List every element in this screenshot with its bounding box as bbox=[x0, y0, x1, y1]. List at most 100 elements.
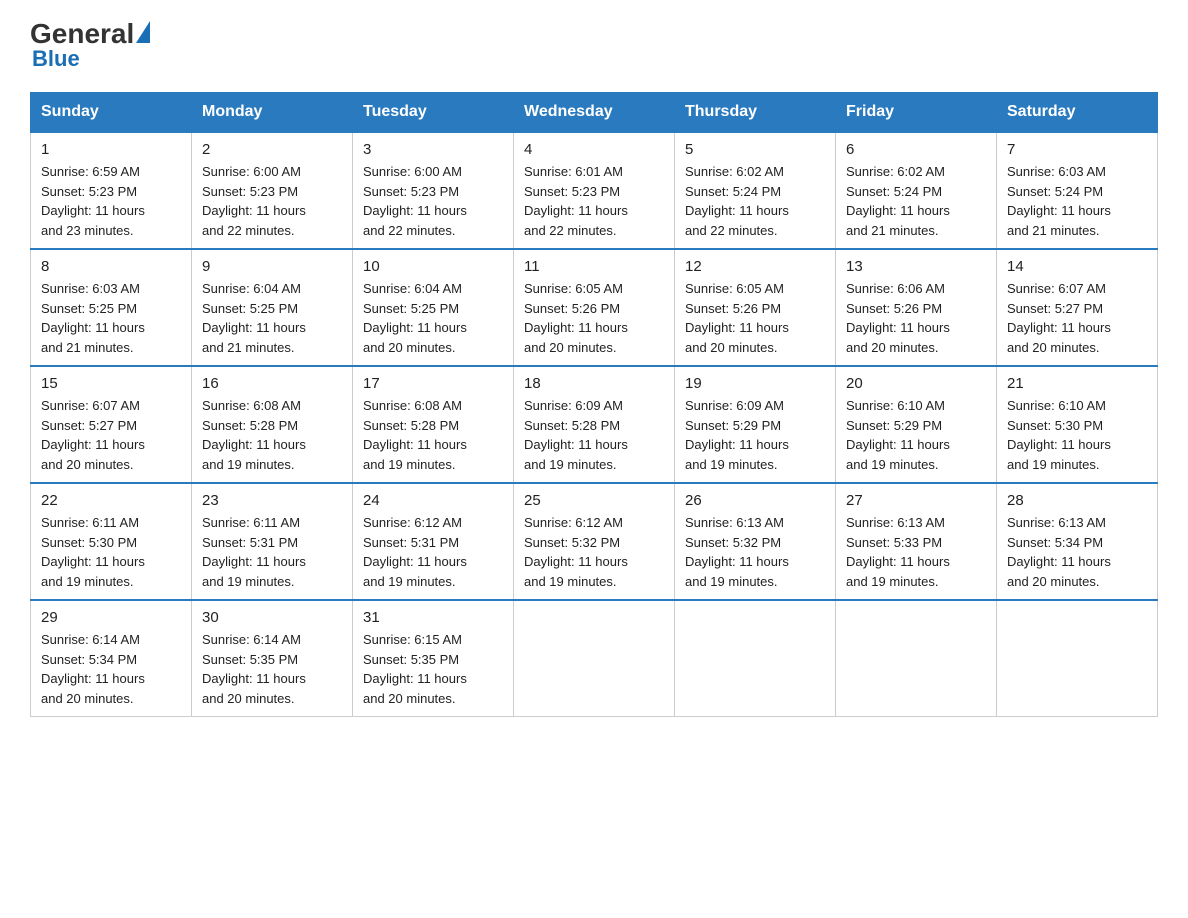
calendar-table: SundayMondayTuesdayWednesdayThursdayFrid… bbox=[30, 92, 1158, 717]
day-info: Sunrise: 6:04 AMSunset: 5:25 PMDaylight:… bbox=[363, 279, 503, 357]
calendar-cell: 30Sunrise: 6:14 AMSunset: 5:35 PMDayligh… bbox=[192, 600, 353, 717]
calendar-cell: 21 Sunrise: 6:10 AMSunset: 5:30 PMDayligh… bbox=[997, 366, 1158, 483]
day-number: 27 bbox=[846, 492, 986, 509]
logo-blue-text: Blue bbox=[30, 46, 80, 72]
day-number: 2 bbox=[202, 141, 342, 158]
day-number: 4 bbox=[524, 141, 664, 158]
calendar-cell: 7Sunrise: 6:03 AMSunset: 5:24 PMDaylight… bbox=[997, 132, 1158, 249]
calendar-cell: 17Sunrise: 6:08 AMSunset: 5:28 PMDayligh… bbox=[353, 366, 514, 483]
day-number: 12 bbox=[685, 258, 825, 275]
header-saturday: Saturday bbox=[997, 93, 1158, 133]
calendar-cell: 27 Sunrise: 6:13 AMSunset: 5:33 PMDayligh… bbox=[836, 483, 997, 600]
day-number: 26 bbox=[685, 492, 825, 509]
logo-triangle-icon bbox=[136, 21, 150, 43]
calendar-cell: 1 Sunrise: 6:59 AMSunset: 5:23 PMDaylight… bbox=[31, 132, 192, 249]
header-thursday: Thursday bbox=[675, 93, 836, 133]
day-number: 8 bbox=[41, 258, 181, 275]
day-number: 16 bbox=[202, 375, 342, 392]
calendar-cell: 20 Sunrise: 6:10 AMSunset: 5:29 PMDayligh… bbox=[836, 366, 997, 483]
day-info: Sunrise: 6:08 AMSunset: 5:28 PMDaylight:… bbox=[363, 396, 503, 474]
day-number: 22 bbox=[41, 492, 181, 509]
day-number: 11 bbox=[524, 258, 664, 275]
day-info: Sunrise: 6:02 AMSunset: 5:24 PMDaylight:… bbox=[846, 162, 986, 240]
day-number: 6 bbox=[846, 141, 986, 158]
day-number: 29 bbox=[41, 609, 181, 626]
day-number: 23 bbox=[202, 492, 342, 509]
calendar-cell: 10 Sunrise: 6:04 AMSunset: 5:25 PMDayligh… bbox=[353, 249, 514, 366]
day-number: 15 bbox=[41, 375, 181, 392]
day-info: Sunrise: 6:59 AMSunset: 5:23 PMDaylight:… bbox=[41, 162, 181, 240]
day-info: Sunrise: 6:00 AMSunset: 5:23 PMDaylight:… bbox=[202, 162, 342, 240]
calendar-cell: 8Sunrise: 6:03 AMSunset: 5:25 PMDaylight… bbox=[31, 249, 192, 366]
calendar-cell bbox=[514, 600, 675, 717]
day-info: Sunrise: 6:13 AMSunset: 5:34 PMDaylight:… bbox=[1007, 513, 1147, 591]
day-number: 18 bbox=[524, 375, 664, 392]
day-info: Sunrise: 6:01 AMSunset: 5:23 PMDaylight:… bbox=[524, 162, 664, 240]
calendar-cell: 28 Sunrise: 6:13 AMSunset: 5:34 PMDayligh… bbox=[997, 483, 1158, 600]
header-wednesday: Wednesday bbox=[514, 93, 675, 133]
calendar-cell: 3 Sunrise: 6:00 AMSunset: 5:23 PMDaylight… bbox=[353, 132, 514, 249]
header-sunday: Sunday bbox=[31, 93, 192, 133]
day-info: Sunrise: 6:12 AMSunset: 5:31 PMDaylight:… bbox=[363, 513, 503, 591]
day-number: 24 bbox=[363, 492, 503, 509]
calendar-week-row: 29 Sunrise: 6:14 AMSunset: 5:34 PMDayligh… bbox=[31, 600, 1158, 717]
day-number: 21 bbox=[1007, 375, 1147, 392]
calendar-cell: 19Sunrise: 6:09 AMSunset: 5:29 PMDayligh… bbox=[675, 366, 836, 483]
calendar-cell: 16 Sunrise: 6:08 AMSunset: 5:28 PMDayligh… bbox=[192, 366, 353, 483]
calendar-cell: 14 Sunrise: 6:07 AMSunset: 5:27 PMDayligh… bbox=[997, 249, 1158, 366]
day-info: Sunrise: 6:03 AMSunset: 5:24 PMDaylight:… bbox=[1007, 162, 1147, 240]
day-number: 28 bbox=[1007, 492, 1147, 509]
calendar-cell: 11 Sunrise: 6:05 AMSunset: 5:26 PMDayligh… bbox=[514, 249, 675, 366]
day-info: Sunrise: 6:14 AMSunset: 5:34 PMDaylight:… bbox=[41, 630, 181, 708]
day-number: 3 bbox=[363, 141, 503, 158]
day-info: Sunrise: 6:13 AMSunset: 5:33 PMDaylight:… bbox=[846, 513, 986, 591]
calendar-cell: 25 Sunrise: 6:12 AMSunset: 5:32 PMDayligh… bbox=[514, 483, 675, 600]
day-info: Sunrise: 6:09 AMSunset: 5:29 PMDaylight:… bbox=[685, 396, 825, 474]
calendar-cell: 31 Sunrise: 6:15 AMSunset: 5:35 PMDayligh… bbox=[353, 600, 514, 717]
page-header: General Blue bbox=[30, 20, 1158, 72]
day-info: Sunrise: 6:05 AMSunset: 5:26 PMDaylight:… bbox=[524, 279, 664, 357]
calendar-cell: 2 Sunrise: 6:00 AMSunset: 5:23 PMDaylight… bbox=[192, 132, 353, 249]
day-info: Sunrise: 6:11 AMSunset: 5:31 PMDaylight:… bbox=[202, 513, 342, 591]
day-info: Sunrise: 6:12 AMSunset: 5:32 PMDaylight:… bbox=[524, 513, 664, 591]
day-info: Sunrise: 6:00 AMSunset: 5:23 PMDaylight:… bbox=[363, 162, 503, 240]
day-number: 5 bbox=[685, 141, 825, 158]
calendar-week-row: 8Sunrise: 6:03 AMSunset: 5:25 PMDaylight… bbox=[31, 249, 1158, 366]
day-info: Sunrise: 6:07 AMSunset: 5:27 PMDaylight:… bbox=[1007, 279, 1147, 357]
day-info: Sunrise: 6:06 AMSunset: 5:26 PMDaylight:… bbox=[846, 279, 986, 357]
calendar-cell bbox=[997, 600, 1158, 717]
day-info: Sunrise: 6:15 AMSunset: 5:35 PMDaylight:… bbox=[363, 630, 503, 708]
calendar-cell: 22 Sunrise: 6:11 AMSunset: 5:30 PMDayligh… bbox=[31, 483, 192, 600]
logo-general-text: General bbox=[30, 20, 134, 48]
day-info: Sunrise: 6:07 AMSunset: 5:27 PMDaylight:… bbox=[41, 396, 181, 474]
day-number: 9 bbox=[202, 258, 342, 275]
day-info: Sunrise: 6:10 AMSunset: 5:30 PMDaylight:… bbox=[1007, 396, 1147, 474]
header-tuesday: Tuesday bbox=[353, 93, 514, 133]
day-info: Sunrise: 6:05 AMSunset: 5:26 PMDaylight:… bbox=[685, 279, 825, 357]
day-info: Sunrise: 6:08 AMSunset: 5:28 PMDaylight:… bbox=[202, 396, 342, 474]
calendar-cell bbox=[836, 600, 997, 717]
day-info: Sunrise: 6:13 AMSunset: 5:32 PMDaylight:… bbox=[685, 513, 825, 591]
header-monday: Monday bbox=[192, 93, 353, 133]
calendar-cell: 12 Sunrise: 6:05 AMSunset: 5:26 PMDayligh… bbox=[675, 249, 836, 366]
day-number: 31 bbox=[363, 609, 503, 626]
day-number: 14 bbox=[1007, 258, 1147, 275]
calendar-week-row: 15 Sunrise: 6:07 AMSunset: 5:27 PMDayligh… bbox=[31, 366, 1158, 483]
day-number: 25 bbox=[524, 492, 664, 509]
calendar-cell: 18Sunrise: 6:09 AMSunset: 5:28 PMDayligh… bbox=[514, 366, 675, 483]
calendar-week-row: 1 Sunrise: 6:59 AMSunset: 5:23 PMDaylight… bbox=[31, 132, 1158, 249]
calendar-cell: 4 Sunrise: 6:01 AMSunset: 5:23 PMDaylight… bbox=[514, 132, 675, 249]
day-number: 13 bbox=[846, 258, 986, 275]
day-info: Sunrise: 6:11 AMSunset: 5:30 PMDaylight:… bbox=[41, 513, 181, 591]
day-number: 20 bbox=[846, 375, 986, 392]
day-info: Sunrise: 6:10 AMSunset: 5:29 PMDaylight:… bbox=[846, 396, 986, 474]
day-number: 10 bbox=[363, 258, 503, 275]
calendar-cell: 5Sunrise: 6:02 AMSunset: 5:24 PMDaylight… bbox=[675, 132, 836, 249]
logo: General Blue bbox=[30, 20, 150, 72]
calendar-header-row: SundayMondayTuesdayWednesdayThursdayFrid… bbox=[31, 93, 1158, 133]
day-number: 1 bbox=[41, 141, 181, 158]
day-number: 30 bbox=[202, 609, 342, 626]
calendar-cell: 9Sunrise: 6:04 AMSunset: 5:25 PMDaylight… bbox=[192, 249, 353, 366]
calendar-cell: 15 Sunrise: 6:07 AMSunset: 5:27 PMDayligh… bbox=[31, 366, 192, 483]
calendar-cell bbox=[675, 600, 836, 717]
